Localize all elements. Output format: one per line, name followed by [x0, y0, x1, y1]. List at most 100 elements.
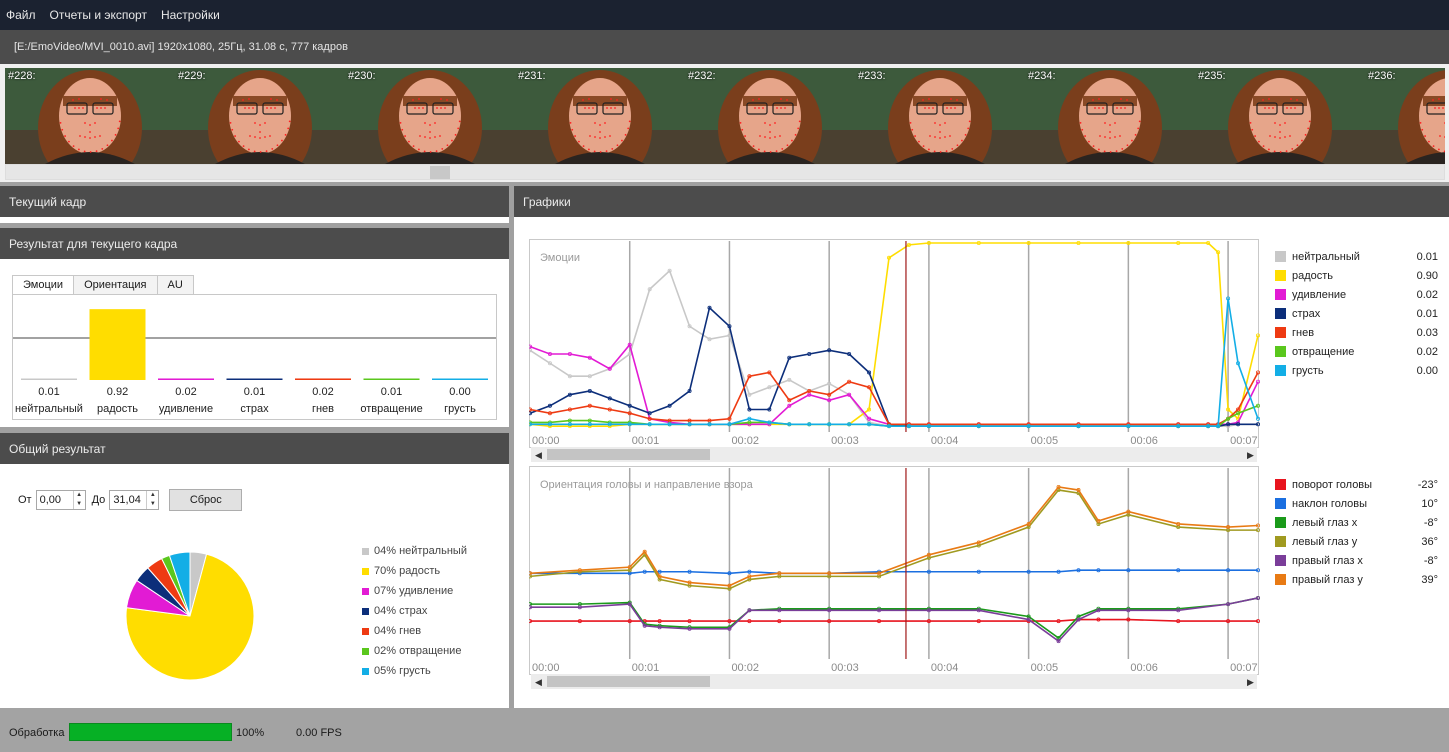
legend-swatch [1275, 574, 1286, 585]
landmark-dot [758, 98, 760, 100]
legend-value: 10° [1421, 497, 1438, 510]
landmark-dot [248, 107, 250, 109]
pie-legend-label: 07% удивление [374, 585, 454, 597]
landmark-dot [89, 151, 92, 153]
legend-value: 39° [1421, 573, 1438, 586]
landmark-dot [929, 135, 931, 137]
bar-category-label: нейтральный [15, 403, 83, 415]
landmark-dot [1081, 128, 1084, 131]
landmark-dot [1120, 98, 1122, 100]
landmark-dot [1121, 147, 1124, 150]
landmark-dot [775, 150, 778, 153]
landmark-dot [454, 133, 457, 136]
landmark-dot [1262, 99, 1264, 101]
landmark-dot [1438, 98, 1440, 100]
menu-file[interactable]: Файл [6, 8, 36, 22]
legend-value: 0.01 [1416, 307, 1438, 320]
chart-title: Ориентация головы и направление взора [540, 479, 754, 491]
landmark-dot [1268, 107, 1270, 109]
landmark-dot [94, 122, 96, 124]
landmark-dot [1109, 137, 1111, 139]
pie-legend-item: 02% отвращение [362, 641, 467, 661]
landmark-dot [1432, 145, 1435, 148]
landmark-dot [1119, 135, 1121, 137]
landmark-dot [769, 124, 771, 126]
landmark-dot [412, 99, 414, 101]
landmark-dot [1258, 140, 1260, 143]
landmark-dot [1428, 140, 1430, 143]
landmark-dot [1115, 150, 1118, 153]
frame-thumbnail[interactable]: #235: [1195, 68, 1365, 164]
legend-name: отвращение [1292, 345, 1355, 358]
landmark-dot [89, 137, 91, 139]
orientation-legend: поворот головы -23° наклон головы 10° левый … [1275, 475, 1438, 589]
landmark-dot [429, 151, 432, 153]
landmark-dot [408, 140, 410, 143]
filmstrip-scroll-thumb[interactable] [430, 166, 450, 179]
x-tick-label: 00:01 [632, 662, 660, 674]
to-value: 31,04 [113, 494, 141, 506]
to-spin-arrows[interactable]: ▲ ▼ [146, 491, 158, 509]
landmark-dot [797, 127, 800, 130]
filmstrip-scrollbar[interactable] [5, 164, 1445, 180]
landmark-dot [264, 122, 266, 124]
landmark-dot [422, 107, 424, 109]
legend-value: -8° [1423, 516, 1438, 529]
to-spinbox[interactable]: 31,04 ▲ ▼ [109, 490, 160, 510]
legend-swatch [1275, 327, 1286, 338]
landmark-dot [784, 107, 786, 109]
landmark-dot [752, 145, 755, 148]
tab-orientation[interactable]: Ориентация [73, 275, 158, 295]
landmark-dot [59, 121, 62, 124]
landmark-dot [249, 135, 251, 137]
emotion-bar [363, 378, 420, 380]
legend-value: 0.02 [1416, 345, 1438, 358]
landmark-dot [604, 136, 606, 138]
landmark-dot [967, 127, 970, 130]
landmark-dot [939, 137, 941, 139]
landmark-dot [1296, 99, 1298, 101]
legend-swatch [362, 607, 369, 615]
menu-settings[interactable]: Настройки [161, 8, 220, 22]
menu-reports-export[interactable]: Отчеты и экспорт [50, 8, 147, 22]
landmark-dot [594, 136, 596, 138]
landmark-dot [944, 136, 946, 138]
landmark-dot [441, 147, 444, 150]
frame-thumbnail[interactable]: #233: [855, 68, 1025, 164]
landmark-dot [1098, 98, 1100, 100]
landmark-dot [928, 98, 930, 100]
frame-number: #236: [1368, 70, 1396, 82]
graph-legend-item: нейтральный 0.01 [1275, 247, 1438, 266]
legend-swatch [362, 667, 369, 675]
landmark-dot [939, 151, 942, 153]
emotion-bar [158, 378, 214, 380]
from-spinbox[interactable]: 0,00 ▲ ▼ [35, 490, 86, 510]
landmark-dot [924, 107, 926, 109]
scroll-right-icon: ▶ [1247, 451, 1254, 461]
bar-category-label: отвращение [360, 403, 422, 415]
tab-au[interactable]: AU [156, 275, 194, 295]
graph-legend-item: грусть 0.00 [1275, 361, 1438, 380]
frame-thumbnail[interactable]: #229: [175, 68, 345, 164]
legend-swatch [362, 627, 369, 635]
landmark-dot [439, 135, 441, 137]
frame-thumbnail[interactable]: #234: [1025, 68, 1195, 164]
frame-thumbnail[interactable]: #228: [5, 68, 175, 164]
from-spin-arrows[interactable]: ▲ ▼ [72, 491, 85, 509]
landmark-dot [1131, 139, 1133, 142]
reset-button[interactable]: Сброс [169, 489, 243, 511]
legend-name: левый глаз x [1292, 516, 1358, 529]
processing-label: Обработка [9, 727, 65, 739]
frame-thumbnail[interactable]: #230: [345, 68, 515, 164]
from-label: От [18, 494, 32, 506]
face [569, 78, 631, 154]
landmark-dot [417, 148, 420, 151]
landmark-dot [950, 107, 952, 109]
scroll-right-icon: ▶ [1247, 678, 1254, 688]
frame-thumbnail[interactable]: #232: [685, 68, 855, 164]
frame-thumbnail[interactable]: #231: [515, 68, 685, 164]
to-label: До [91, 494, 106, 506]
frame-thumbnail[interactable]: #236: [1365, 68, 1445, 164]
tab-emotions[interactable]: Эмоции [12, 275, 75, 296]
landmark-dot [84, 122, 86, 124]
